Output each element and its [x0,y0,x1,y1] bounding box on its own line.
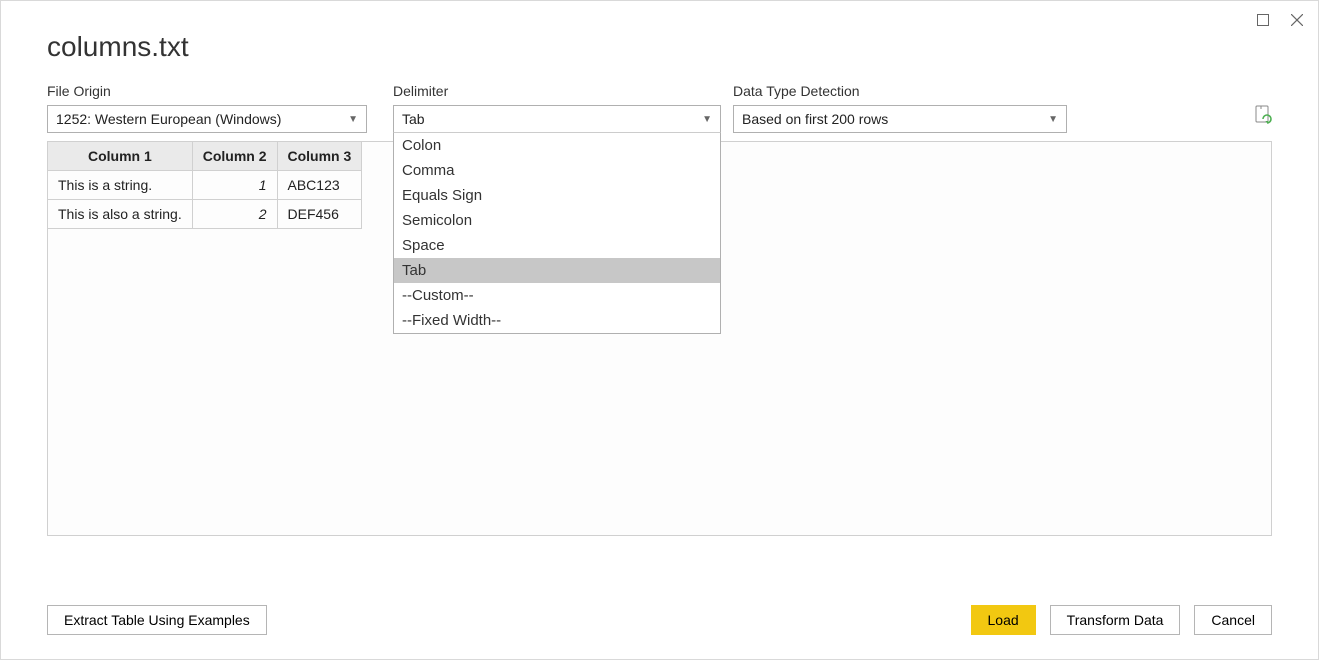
delimiter-option-tab[interactable]: Tab [394,258,720,283]
close-icon[interactable] [1288,11,1306,29]
extract-table-button[interactable]: Extract Table Using Examples [47,605,267,635]
delimiter-option-semicolon[interactable]: Semicolon [394,208,720,233]
chevron-down-icon: ▼ [1048,114,1058,125]
load-button[interactable]: Load [971,605,1036,635]
chevron-down-icon: ▼ [348,114,358,125]
refresh-icon[interactable] [1254,105,1272,133]
delimiter-option-equals[interactable]: Equals Sign [394,183,720,208]
column-header[interactable]: Column 2 [192,142,277,171]
file-origin-dropdown[interactable]: 1252: Western European (Windows) ▼ [47,105,367,133]
file-origin-value: 1252: Western European (Windows) [56,111,281,127]
cell: This is also a string. [48,200,192,229]
delimiter-dropdown[interactable]: Tab ▼ Colon Comma Equals Sign Semicolon … [393,105,721,133]
cell: 2 [192,200,277,229]
delimiter-label: Delimiter [393,83,733,99]
detection-dropdown[interactable]: Based on first 200 rows ▼ [733,105,1067,133]
delimiter-option-list: Colon Comma Equals Sign Semicolon Space … [393,132,721,334]
table-row: This is also a string. 2 DEF456 [48,200,362,229]
delimiter-option-colon[interactable]: Colon [394,133,720,158]
cell: This is a string. [48,171,192,200]
maximize-icon[interactable] [1254,11,1272,29]
table-row: This is a string. 1 ABC123 [48,171,362,200]
delimiter-option-custom[interactable]: --Custom-- [394,283,720,308]
delimiter-value: Tab [402,111,425,127]
file-preview-dialog: columns.txt File Origin 1252: Western Eu… [0,0,1319,660]
cell: 1 [192,171,277,200]
delimiter-option-comma[interactable]: Comma [394,158,720,183]
column-header[interactable]: Column 1 [48,142,192,171]
chevron-down-icon: ▼ [702,114,712,125]
file-origin-label: File Origin [47,83,393,99]
preview-table: Column 1 Column 2 Column 3 This is a str… [48,142,362,229]
delimiter-option-space[interactable]: Space [394,233,720,258]
detection-label: Data Type Detection [733,83,1067,99]
transform-data-button[interactable]: Transform Data [1050,605,1181,635]
dialog-title: columns.txt [1,1,1318,63]
delimiter-option-fixed-width[interactable]: --Fixed Width-- [394,308,720,333]
detection-value: Based on first 200 rows [742,111,888,127]
cancel-button[interactable]: Cancel [1194,605,1272,635]
cell: ABC123 [277,171,362,200]
cell: DEF456 [277,200,362,229]
column-header[interactable]: Column 3 [277,142,362,171]
table-header-row: Column 1 Column 2 Column 3 [48,142,362,171]
